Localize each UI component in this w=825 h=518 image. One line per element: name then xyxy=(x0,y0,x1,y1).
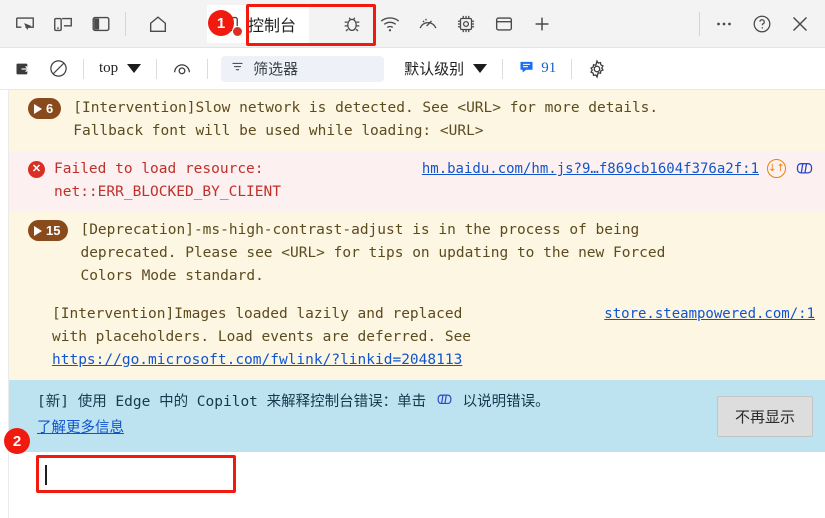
performance-gauge-icon[interactable] xyxy=(409,5,447,43)
filterbar-divider-1 xyxy=(83,58,84,79)
text-cursor xyxy=(45,465,47,485)
copilot-explain-icon[interactable] xyxy=(435,390,454,417)
message-source-link[interactable]: store.steampowered.com/:1 xyxy=(604,303,815,326)
inspect-element-icon[interactable] xyxy=(6,5,44,43)
message-group-badge[interactable]: 15 xyxy=(28,220,69,241)
memory-chip-icon[interactable] xyxy=(447,5,485,43)
console-filter-toolbar: top 筛选器 默认级别 91 xyxy=(0,48,825,90)
execution-context-select[interactable]: top xyxy=(93,60,147,77)
message-line-1: [Intervention]Slow network is detected. … xyxy=(73,100,659,116)
console-error-badge xyxy=(232,25,243,37)
close-icon[interactable] xyxy=(781,5,819,43)
expand-triangle-icon xyxy=(34,225,42,236)
message-line-1: [Deprecation]-ms-high-contrast-adjust is… xyxy=(80,222,640,238)
chevron-down-icon xyxy=(473,64,488,73)
help-icon[interactable] xyxy=(743,5,781,43)
execution-context-value: top xyxy=(99,60,119,76)
console-message-warning[interactable]: 15 [Deprecation]-ms-high-contrast-adjust… xyxy=(9,212,825,296)
annotation-badge-2: 2 xyxy=(4,428,30,454)
message-line-2: Fallback font will be used while loading… xyxy=(73,123,484,139)
issues-count: 91 xyxy=(541,60,557,76)
console-message-warning[interactable]: 6 [Intervention]Slow network is detected… xyxy=(9,90,825,151)
copilot-learn-more-link[interactable]: 了解更多信息 xyxy=(37,420,124,436)
filterbar-divider-4 xyxy=(502,58,504,79)
bug-icon[interactable] xyxy=(333,5,371,43)
console-prompt-row xyxy=(9,452,825,496)
message-group-count: 6 xyxy=(46,101,54,116)
filterbar-divider-5 xyxy=(571,58,573,79)
error-line-1: Failed to load resource: xyxy=(54,161,264,177)
copilot-info-banner: [新] 使用 Edge 中的 Copilot 来解释控制台错误：单击 以说明错误… xyxy=(9,380,825,452)
message-line-3: Colors Mode standard. xyxy=(80,268,264,284)
devtools-main-toolbar: 控制台 xyxy=(0,0,825,48)
message-line-1: [Intervention]Images loaded lazily and r… xyxy=(52,306,463,322)
application-panel-icon[interactable] xyxy=(485,5,523,43)
log-level-select[interactable]: 默认级别 xyxy=(398,58,493,79)
toolbar-divider-1 xyxy=(125,11,126,36)
tab-console-label: 控制台 xyxy=(248,17,297,35)
clear-console-icon[interactable] xyxy=(8,54,40,84)
toolbar-divider-2 xyxy=(699,11,700,36)
message-group-count: 15 xyxy=(46,223,61,238)
annotation-badge-1: 1 xyxy=(208,10,234,36)
filter-lines-icon xyxy=(230,59,245,79)
error-line-2: net::ERR_BLOCKED_BY_CLIENT xyxy=(54,184,281,200)
dismiss-banner-button[interactable]: 不再显示 xyxy=(716,396,813,437)
filter-input[interactable]: 筛选器 xyxy=(221,55,385,82)
filterbar-divider-3 xyxy=(207,58,209,79)
add-tab-icon[interactable] xyxy=(523,5,561,43)
chevron-down-icon xyxy=(127,64,142,73)
issues-button[interactable]: 91 xyxy=(512,58,562,80)
home-icon[interactable] xyxy=(139,5,177,43)
network-request-icon[interactable]: ↓↑ xyxy=(767,159,786,178)
error-source-link[interactable]: hm.baidu.com/hm.js?9…f869cb1604f376a2f:1 xyxy=(422,158,759,181)
network-wifi-icon[interactable] xyxy=(371,5,409,43)
more-options-icon[interactable] xyxy=(705,5,743,43)
console-message-list[interactable]: 6 [Intervention]Slow network is detected… xyxy=(0,90,825,518)
message-group-badge[interactable]: 6 xyxy=(28,98,62,119)
live-expression-eye-icon[interactable] xyxy=(166,54,198,84)
console-prompt-input[interactable] xyxy=(36,455,236,493)
console-message-error[interactable]: ✕ Failed to load resource: net::ERR_BLOC… xyxy=(9,151,825,212)
message-line-2: deprecated. Please see <URL> for tips on… xyxy=(80,245,666,261)
message-line-2: with placeholders. Load events are defer… xyxy=(52,329,472,345)
copilot-banner-suffix: 以说明错误。 xyxy=(462,394,550,410)
no-entry-icon[interactable] xyxy=(42,54,74,84)
gear-icon[interactable] xyxy=(581,54,613,84)
copilot-explain-icon[interactable] xyxy=(794,158,815,187)
message-inline-link[interactable]: https://go.microsoft.com/fwlink/?linkid=… xyxy=(52,352,462,368)
filter-input-placeholder: 筛选器 xyxy=(253,61,299,78)
error-circle-icon: ✕ xyxy=(28,161,45,178)
console-message-warning[interactable]: [Intervention]Images loaded lazily and r… xyxy=(9,296,825,380)
copilot-banner-prefix: [新] 使用 Edge 中的 Copilot 来解释控制台错误：单击 xyxy=(37,394,427,410)
device-toolbar-icon[interactable] xyxy=(44,5,82,43)
devtools-window: 控制台 top 筛选器 默认级别 91 6 [Intervention]Slow… xyxy=(0,0,825,518)
expand-triangle-icon xyxy=(34,103,42,114)
dock-side-icon[interactable] xyxy=(82,5,120,43)
issues-speech-icon xyxy=(518,58,535,80)
filterbar-divider-2 xyxy=(156,58,158,79)
log-level-value: 默认级别 xyxy=(404,61,465,78)
